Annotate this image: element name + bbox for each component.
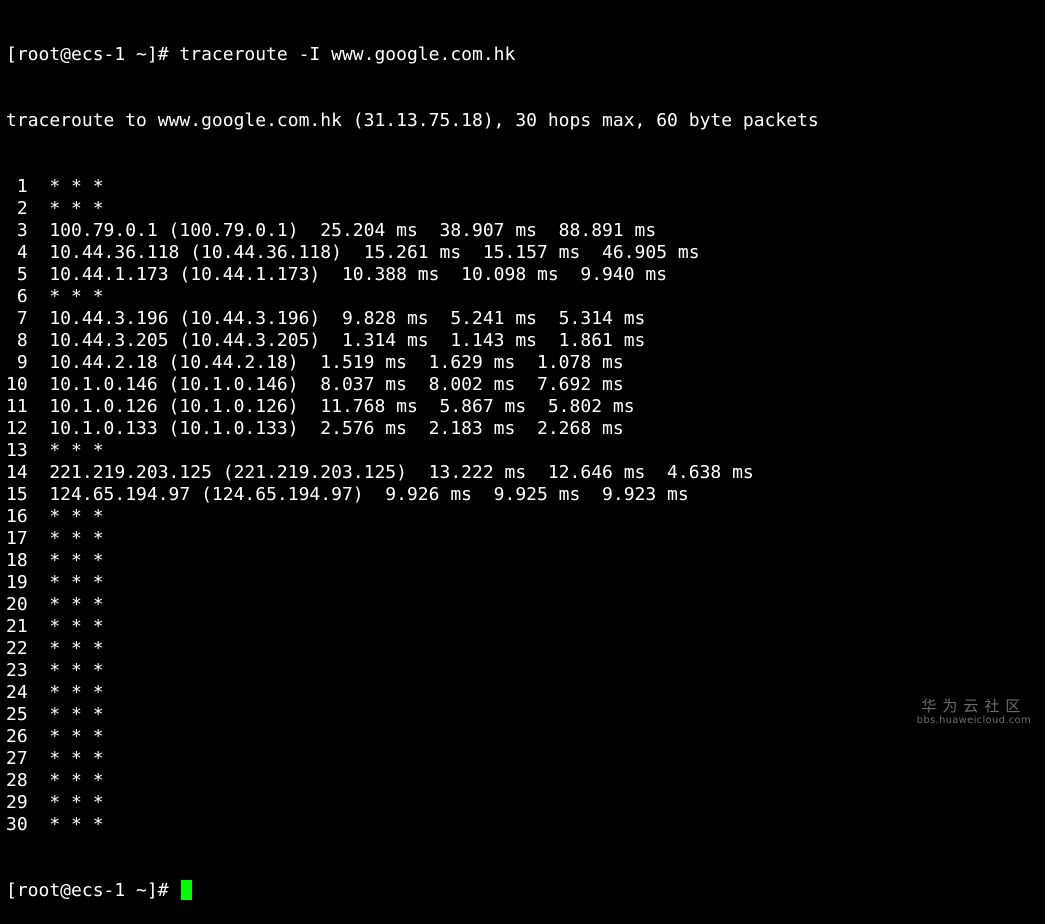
watermark-url: bbs.huaweicloud.com <box>916 715 1031 726</box>
hop-line: 13 * * * <box>6 440 104 461</box>
hop-line: 8 10.44.3.205 (10.44.3.205) 1.314 ms 1.1… <box>6 330 646 351</box>
hop-line: 10 10.1.0.146 (10.1.0.146) 8.037 ms 8.00… <box>6 374 624 395</box>
hop-line: 20 * * * <box>6 594 104 615</box>
hop-line: 25 * * * <box>6 704 104 725</box>
hop-line: 3 100.79.0.1 (100.79.0.1) 25.204 ms 38.9… <box>6 220 657 241</box>
watermark-title: 华为云社区 <box>921 697 1027 715</box>
hop-line: 11 10.1.0.126 (10.1.0.126) 11.768 ms 5.8… <box>6 396 635 417</box>
hop-line: 30 * * * <box>6 814 104 835</box>
watermark: 华为云社区 bbs.huaweicloud.com <box>917 697 1031 727</box>
hop-line: 12 10.1.0.133 (10.1.0.133) 2.576 ms 2.18… <box>6 418 624 439</box>
hop-line: 23 * * * <box>6 660 104 681</box>
command-line: [root@ecs-1 ~]# traceroute -I www.google… <box>6 44 1041 66</box>
hop-line: 22 * * * <box>6 638 104 659</box>
hop-line: 26 * * * <box>6 726 104 747</box>
hop-line: 27 * * * <box>6 748 104 769</box>
hop-list: 1 * * * 2 * * * 3 100.79.0.1 (100.79.0.1… <box>6 176 1041 836</box>
hop-line: 18 * * * <box>6 550 104 571</box>
hop-line: 24 * * * <box>6 682 104 703</box>
final-command-line[interactable]: [root@ecs-1 ~]# <box>6 880 1041 902</box>
hop-line: 5 10.44.1.173 (10.44.1.173) 10.388 ms 10… <box>6 264 668 285</box>
shell-prompt: [root@ecs-1 ~]# <box>6 880 180 901</box>
hop-line: 9 10.44.2.18 (10.44.2.18) 1.519 ms 1.629… <box>6 352 624 373</box>
hop-line: 4 10.44.36.118 (10.44.36.118) 15.261 ms … <box>6 242 700 263</box>
hop-line: 17 * * * <box>6 528 104 549</box>
text-cursor <box>181 880 193 900</box>
command-text: traceroute -I www.google.com.hk <box>179 44 516 65</box>
hop-line: 15 124.65.194.97 (124.65.194.97) 9.926 m… <box>6 484 689 505</box>
hop-line: 1 * * * <box>6 176 104 197</box>
hop-line: 6 * * * <box>6 286 104 307</box>
hop-line: 2 * * * <box>6 198 104 219</box>
hop-line: 7 10.44.3.196 (10.44.3.196) 9.828 ms 5.2… <box>6 308 646 329</box>
shell-prompt: [root@ecs-1 ~]# <box>6 44 180 65</box>
terminal-window[interactable]: [root@ecs-1 ~]# traceroute -I www.google… <box>6 0 1041 901</box>
hop-line: 16 * * * <box>6 506 104 527</box>
hop-line: 28 * * * <box>6 770 104 791</box>
hop-line: 29 * * * <box>6 792 104 813</box>
hop-line: 21 * * * <box>6 616 104 637</box>
hop-line: 19 * * * <box>6 572 104 593</box>
traceroute-header: traceroute to www.google.com.hk (31.13.7… <box>6 110 819 131</box>
hop-line: 14 221.219.203.125 (221.219.203.125) 13.… <box>6 462 754 483</box>
